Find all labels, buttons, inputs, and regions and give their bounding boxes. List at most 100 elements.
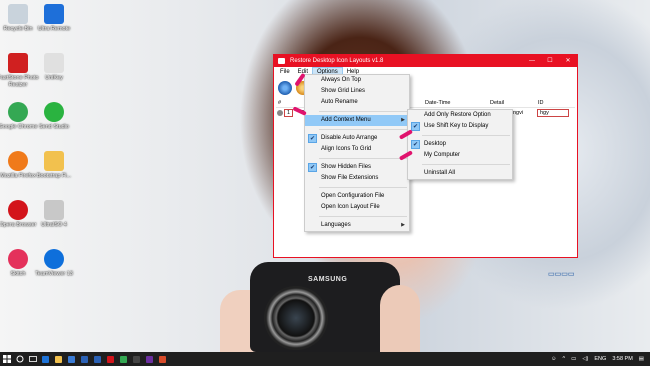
opera-icon <box>107 355 114 363</box>
app-icon <box>44 249 64 269</box>
taskbar-app-dark-icon[interactable] <box>130 352 143 366</box>
menu-item-disable-auto-arrange[interactable]: ✔ Disable Auto Arrange <box>305 133 409 144</box>
store-icon <box>68 355 75 363</box>
photoshop-2-icon <box>94 355 101 363</box>
system-tray: ☺ ^ ▭ ◁) ENG 3:58 PM ▤ <box>551 352 644 366</box>
taskbar-photoshop-1-icon[interactable] <box>78 352 91 366</box>
menu-file[interactable]: File <box>276 67 294 77</box>
menu-item-desktop[interactable]: ✔ Desktop <box>408 139 512 150</box>
task-view-icon <box>28 356 37 362</box>
submenu-arrow-icon: ▶ <box>401 117 405 123</box>
menu-item-always-on-top[interactable]: Always On Top <box>305 75 409 86</box>
chrome-icon <box>120 355 127 363</box>
menu-separator <box>422 164 510 165</box>
camera-brand: SAMSUNG <box>308 276 348 283</box>
menu-item-auto-rename[interactable]: Auto Rename <box>305 97 409 108</box>
menu-item-label: Align Icons To Grid <box>321 146 372 152</box>
camera-lens <box>264 286 328 350</box>
desktop-icon-label: UltraISO 4 <box>41 222 67 228</box>
photoshop-1-icon <box>81 355 88 363</box>
app-icon <box>44 53 64 73</box>
app-icon <box>8 249 28 269</box>
checkmark-icon: ✔ <box>411 122 420 131</box>
row-id: hgy <box>537 109 569 117</box>
taskbar-app-red-icon[interactable] <box>156 352 169 366</box>
menu-item-label: Open Icon Layout File <box>321 204 380 210</box>
taskbar-photoshop-2-icon[interactable] <box>91 352 104 366</box>
app-dark-icon <box>133 355 140 363</box>
start-button[interactable] <box>0 352 13 366</box>
menu-item-languages[interactable]: Languages ▶ <box>305 220 409 231</box>
menu-item-use-shift-key[interactable]: ✔ Use Shift Key to Display <box>408 121 512 132</box>
maximize-button[interactable]: ☐ <box>541 55 559 67</box>
menu-item-label: Show Hidden Files <box>321 164 372 170</box>
menu-item-uninstall-all[interactable]: Uninstall All <box>408 168 512 179</box>
menu-item-label: Show File Extensions <box>321 175 379 181</box>
menu-item-open-configuration-file[interactable]: Open Configuration File <box>305 191 409 202</box>
taskbar: ☺ ^ ▭ ◁) ENG 3:58 PM ▤ <box>0 352 650 366</box>
desktop-icon-unikey[interactable]: UniKey <box>32 53 76 82</box>
menu-item-add-only-restore-option[interactable]: Add Only Restore Option <box>408 110 512 121</box>
taskbar-file-explorer-icon[interactable] <box>52 352 65 366</box>
submenu-arrow-icon: ▶ <box>401 222 405 228</box>
col-date-time[interactable]: Date-Time <box>425 99 450 108</box>
options-menu: Always On Top Show Grid Lines Auto Renam… <box>304 74 410 232</box>
network-icon[interactable]: ▭ <box>571 356 576 362</box>
checkmark-icon: ✔ <box>308 163 317 172</box>
menu-separator <box>319 111 407 112</box>
taskbar-store-icon[interactable] <box>65 352 78 366</box>
taskbar-premiere-icon[interactable] <box>143 352 156 366</box>
taskbar-opera-icon[interactable] <box>104 352 117 366</box>
app-icon <box>44 200 64 220</box>
col-detail[interactable]: Detail <box>490 99 504 108</box>
app-icon <box>8 151 28 171</box>
taskbar-edge-icon[interactable] <box>39 352 52 366</box>
menu-item-label: Always On Top <box>321 77 361 83</box>
menu-item-my-computer[interactable]: My Computer <box>408 150 512 161</box>
desktop-icon-ultraiso-4[interactable]: UltraISO 4 <box>32 200 76 229</box>
premiere-icon <box>146 355 153 363</box>
menu-separator <box>319 158 407 159</box>
desktop-icon-ultra-remote[interactable]: Ultra Remote <box>32 4 76 33</box>
menu-item-label: Add Context Menu <box>321 117 371 123</box>
menu-item-label: My Computer <box>424 152 461 158</box>
app-icon <box>8 102 28 122</box>
app-icon <box>8 4 28 24</box>
search-circle-icon <box>16 355 23 363</box>
desktop-icon-bootstrap-fi[interactable]: Bootstrap Fi... <box>32 151 76 180</box>
minimize-button[interactable]: — <box>523 55 541 67</box>
menu-item-show-hidden-files[interactable]: ✔ Show Hidden Files <box>305 162 409 173</box>
desktop-icon-teamviewer-13[interactable]: TeamViewer 13 <box>32 249 76 278</box>
task-view-button[interactable] <box>26 352 39 366</box>
restore-icon[interactable] <box>278 81 292 95</box>
desktop-icon-send-studio[interactable]: Send Studio <box>32 102 76 131</box>
people-icon[interactable]: ☺ <box>551 356 557 362</box>
volume-icon[interactable]: ◁) <box>582 356 588 362</box>
app-icon <box>44 102 64 122</box>
menu-item-label: Auto Rename <box>321 99 358 105</box>
desktop-icon-label: UniKey <box>45 75 63 81</box>
chevron-up-icon[interactable]: ^ <box>563 356 566 362</box>
row-detail: ngvi <box>513 110 524 116</box>
wallpaper-camera: SAMSUNG <box>250 262 400 352</box>
col-number[interactable]: # <box>278 99 281 108</box>
menu-item-label: Disable Auto Arrange <box>321 135 378 141</box>
menu-item-label: Desktop <box>424 141 447 147</box>
app-icon <box>44 4 64 24</box>
col-id[interactable]: ID <box>538 99 544 108</box>
clock[interactable]: 3:58 PM <box>612 356 632 362</box>
cortana-search-button[interactable] <box>13 352 26 366</box>
window-title: Restore Desktop Icon Layouts v1.8 <box>290 58 384 64</box>
desktop-icon-label: Ultra Remote <box>37 26 71 32</box>
menu-item-show-grid-lines[interactable]: Show Grid Lines <box>305 86 409 97</box>
language-indicator[interactable]: ENG <box>594 356 606 362</box>
menu-item-add-context-menu[interactable]: Add Context Menu ▶ <box>305 115 409 126</box>
title-bar[interactable]: Restore Desktop Icon Layouts v1.8 — ☐ ✕ <box>274 55 577 67</box>
wallpaper-hand-2 <box>380 285 420 352</box>
menu-item-open-icon-layout-file[interactable]: Open Icon Layout File <box>305 202 409 213</box>
menu-item-align-icons-to-grid[interactable]: Align Icons To Grid <box>305 144 409 155</box>
notification-icon[interactable]: ▤ <box>639 356 644 362</box>
taskbar-chrome-icon[interactable] <box>117 352 130 366</box>
menu-item-show-file-extensions[interactable]: Show File Extensions <box>305 173 409 184</box>
close-button[interactable]: ✕ <box>559 55 577 67</box>
